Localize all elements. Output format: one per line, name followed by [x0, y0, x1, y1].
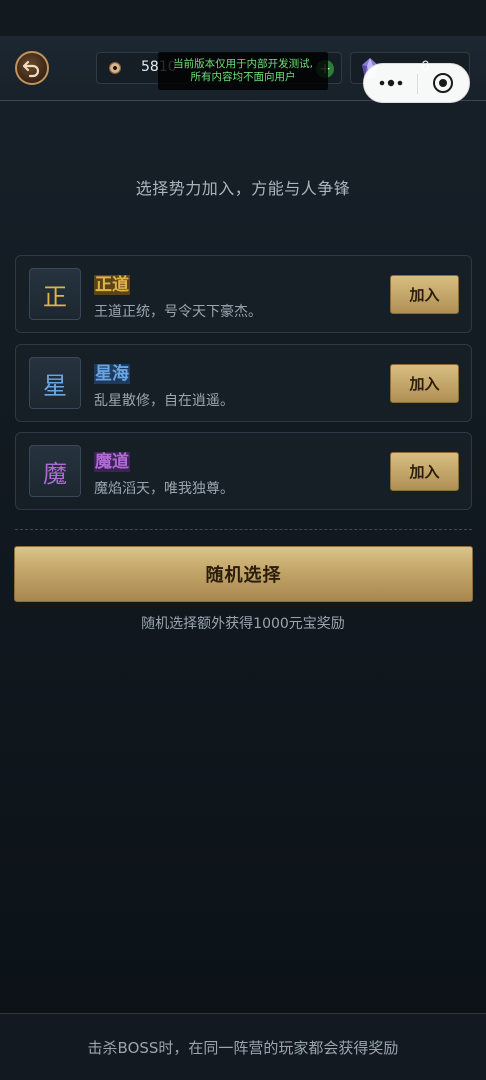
- join-button[interactable]: 加入: [390, 364, 459, 403]
- faction-description: 魔焰滔天，唯我独尊。: [94, 481, 234, 497]
- coin-icon: [109, 62, 121, 74]
- random-reward-note: 随机选择额外获得1000元宝奖励: [141, 616, 345, 632]
- faction-badge: 魔: [29, 445, 81, 497]
- faction-description: 乱星散修，自在逍遥。: [94, 393, 234, 409]
- faction-card-modao: 魔 魔道 魔焰滔天，唯我独尊。 加入: [15, 432, 472, 510]
- back-button[interactable]: [15, 51, 49, 85]
- faction-name: 正道: [94, 275, 130, 295]
- page-subtitle: 选择势力加入，方能与人争锋: [135, 179, 351, 198]
- faction-description: 王道正统，号令天下豪杰。: [94, 304, 262, 320]
- back-arrow-icon: [22, 60, 40, 78]
- test-version-notice: 当前版本仅用于内部开发测试, 所有内容均不面向用户: [158, 52, 328, 90]
- close-target-icon[interactable]: [432, 72, 454, 94]
- faction-name: 魔道: [94, 452, 130, 472]
- faction-name: 星海: [94, 364, 130, 384]
- notice-line-1: 当前版本仅用于内部开发测试,: [173, 58, 313, 70]
- faction-card-xinghai: 星 星海 乱星散修，自在逍遥。 加入: [15, 344, 472, 422]
- faction-badge: 星: [29, 357, 81, 409]
- join-button[interactable]: 加入: [390, 275, 459, 314]
- faction-card-zhengdao: 正 正道 王道正统，号令天下豪杰。 加入: [15, 255, 472, 333]
- random-select-button[interactable]: 随机选择: [14, 546, 473, 602]
- join-button[interactable]: 加入: [390, 452, 459, 491]
- section-divider: [15, 529, 472, 530]
- footer-tip-text: 击杀BOSS时，在同一阵营的玩家都会获得奖励: [87, 1038, 399, 1057]
- faction-badge: 正: [29, 268, 81, 320]
- more-dots-icon[interactable]: [378, 76, 406, 90]
- capsule-divider: [417, 74, 418, 94]
- footer-tip: 击杀BOSS时，在同一阵营的玩家都会获得奖励: [0, 1013, 486, 1080]
- notice-line-2: 所有内容均不面向用户: [190, 71, 296, 83]
- status-bar-area: [0, 0, 486, 36]
- miniprogram-capsule: [363, 63, 470, 103]
